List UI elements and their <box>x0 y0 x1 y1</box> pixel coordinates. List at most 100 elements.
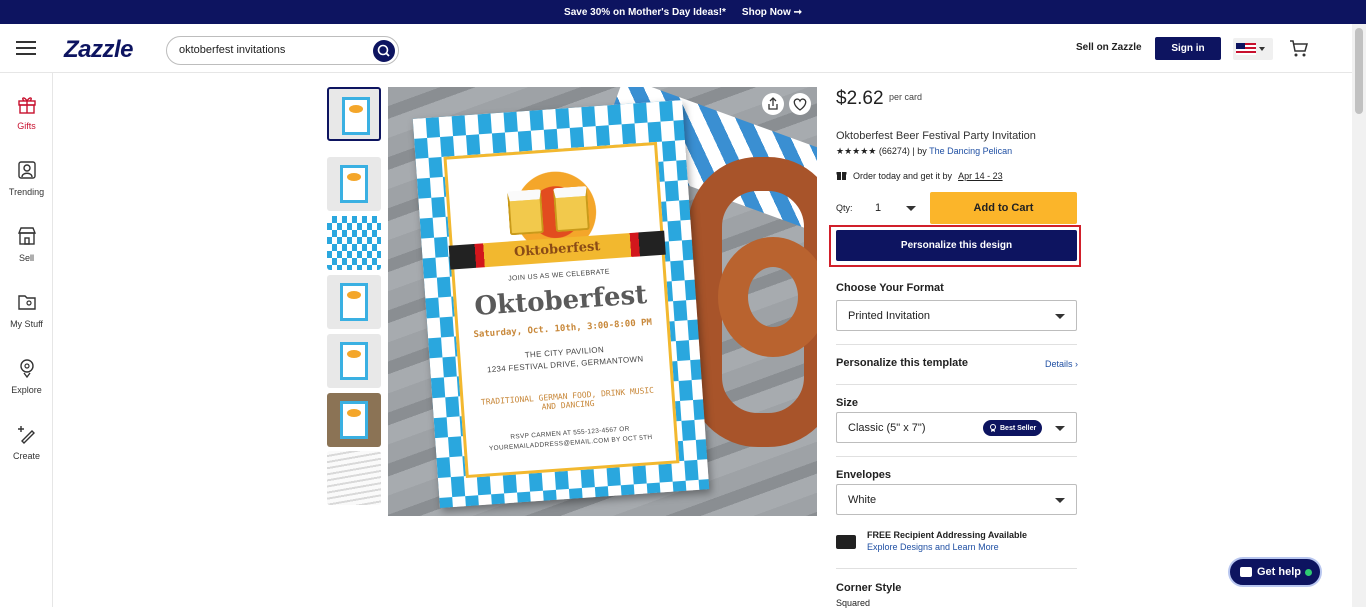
explore-icon <box>19 359 34 379</box>
site-header: Zazzle oktoberfest invitations Sell on Z… <box>0 24 1352 73</box>
beer-mug-icon <box>507 189 545 236</box>
card-title: Oktoberfest <box>473 280 649 322</box>
left-nav-rail: Gifts Trending Sell My Stuff Explore Cre… <box>0 73 53 607</box>
online-status-dot <box>1305 569 1312 576</box>
card-banner-text: Oktoberfest <box>513 239 601 261</box>
addressing-link[interactable]: Explore Designs and Learn More <box>867 542 999 552</box>
divider <box>836 344 1077 345</box>
promo-shop-now-link[interactable]: Shop Now ➞ <box>742 7 802 18</box>
envelopes-select[interactable]: White <box>836 484 1077 515</box>
rail-item-gifts[interactable]: Gifts <box>0 93 53 131</box>
invitation-card-image: Oktoberfest JOIN US AS WE CELEBRATE Okto… <box>412 100 710 508</box>
product-price: $2.62 <box>836 88 884 109</box>
quantity-select[interactable]: 1 <box>857 193 924 224</box>
favorite-button[interactable] <box>789 93 811 115</box>
best-seller-label: Best Seller <box>1000 424 1037 432</box>
envelope-icon <box>836 535 856 549</box>
zazzle-logo[interactable]: Zazzle <box>64 36 134 64</box>
share-icon <box>768 97 778 110</box>
folder-icon <box>17 295 36 310</box>
search-input[interactable]: oktoberfest invitations <box>166 36 399 65</box>
divider <box>836 384 1077 385</box>
chevron-down-icon <box>906 206 916 211</box>
price-unit: per card <box>889 92 923 102</box>
template-title: Personalize this template <box>836 357 969 369</box>
add-to-cart-button[interactable]: Add to Cart <box>930 192 1077 224</box>
gift-box-icon <box>836 172 847 180</box>
rail-label-sell: Sell <box>18 253 34 263</box>
size-value: Classic (5" x 7") <box>848 422 926 434</box>
thumbnail-1[interactable] <box>327 87 381 141</box>
order-text: Order today and get it by <box>853 170 953 181</box>
details-link[interactable]: Details › <box>1045 359 1078 369</box>
thumbnail-5[interactable] <box>327 334 381 388</box>
award-icon <box>990 424 996 432</box>
cart-icon <box>1290 40 1308 57</box>
rating-stars[interactable]: ★★★★★ <box>836 146 876 156</box>
qty-value: 1 <box>875 202 882 214</box>
trending-icon <box>17 161 36 179</box>
thumbnail-6[interactable] <box>327 393 381 447</box>
addressing-title: FREE Recipient Addressing Available <box>867 530 1028 540</box>
card-food: TRADITIONAL GERMAN FOOD, DRINK MUSIC AND… <box>480 385 655 412</box>
product-rating: ★★★★★ (66274) | by The Dancing Pelican <box>836 146 1012 157</box>
sign-in-button[interactable]: Sign in <box>1155 37 1221 60</box>
divider <box>836 456 1077 457</box>
rail-label-my-stuff: My Stuff <box>10 319 43 329</box>
thumbnail-7[interactable] <box>327 451 381 505</box>
seller-link[interactable]: The Dancing Pelican <box>929 146 1012 156</box>
thumbnail-2[interactable] <box>327 157 381 211</box>
get-help-button[interactable]: Get help <box>1228 557 1322 587</box>
beer-mug-icon <box>552 185 590 233</box>
rail-item-trending[interactable]: Trending <box>0 159 53 197</box>
best-seller-badge: Best Seller <box>983 420 1043 436</box>
delivery-date-link[interactable]: Apr 14 - 23 <box>958 171 1003 181</box>
personalize-design-button[interactable]: Personalize this design <box>836 230 1077 261</box>
cart-button[interactable] <box>1287 36 1311 60</box>
heart-icon <box>793 98 807 111</box>
rail-item-explore[interactable]: Explore <box>0 357 53 395</box>
corner-style-title: Corner Style <box>836 582 902 594</box>
envelopes-title: Envelopes <box>836 469 892 481</box>
menu-icon[interactable] <box>16 41 36 55</box>
review-count[interactable]: (66274) | by <box>879 146 927 156</box>
promo-text[interactable]: Save 30% on Mother's Day Ideas!* <box>564 7 726 18</box>
search-button[interactable] <box>373 40 395 62</box>
page-scrollbar[interactable] <box>1352 24 1366 607</box>
envelopes-value: White <box>848 494 877 506</box>
size-title: Size <box>836 397 859 409</box>
product-main-image[interactable]: Oktoberfest JOIN US AS WE CELEBRATE Okto… <box>388 87 817 516</box>
delivery-estimate: Order today and get it by Apr 14 - 23 <box>836 170 1003 181</box>
us-flag-icon <box>1236 43 1265 55</box>
store-icon <box>17 227 36 245</box>
format-title: Choose Your Format <box>836 282 944 294</box>
rail-label-explore: Explore <box>11 385 42 395</box>
scrollbar-thumb[interactable] <box>1355 28 1363 114</box>
rail-label-trending: Trending <box>8 187 45 197</box>
chevron-down-icon <box>1055 426 1065 431</box>
thumbnail-4[interactable] <box>327 275 381 329</box>
search-value[interactable]: oktoberfest invitations <box>179 44 285 56</box>
product-title: Oktoberfest Beer Festival Party Invitati… <box>836 130 1036 142</box>
qty-label: Qty: <box>836 203 853 213</box>
rail-label-create: Create <box>12 451 40 461</box>
gift-icon <box>17 97 36 114</box>
divider <box>836 568 1077 569</box>
sell-on-zazzle-link[interactable]: Sell on Zazzle <box>1076 42 1142 53</box>
country-selector[interactable] <box>1233 38 1273 60</box>
rail-label-gifts: Gifts <box>17 121 36 131</box>
search-icon <box>377 44 390 57</box>
share-button[interactable] <box>762 93 784 115</box>
create-icon <box>17 426 35 444</box>
size-select[interactable]: Classic (5" x 7") Best Seller <box>836 412 1077 443</box>
chevron-down-icon <box>1055 498 1065 503</box>
format-select[interactable]: Printed Invitation <box>836 300 1077 331</box>
rail-item-my-stuff[interactable]: My Stuff <box>0 291 53 329</box>
thumbnail-3[interactable] <box>327 216 381 270</box>
format-value: Printed Invitation <box>848 310 930 322</box>
promo-banner[interactable]: Save 30% on Mother's Day Ideas!* Shop No… <box>0 0 1366 24</box>
chevron-down-icon <box>1055 314 1065 319</box>
rail-item-sell[interactable]: Sell <box>0 225 53 263</box>
get-help-label: Get help <box>1257 566 1302 578</box>
rail-item-create[interactable]: Create <box>0 423 53 461</box>
